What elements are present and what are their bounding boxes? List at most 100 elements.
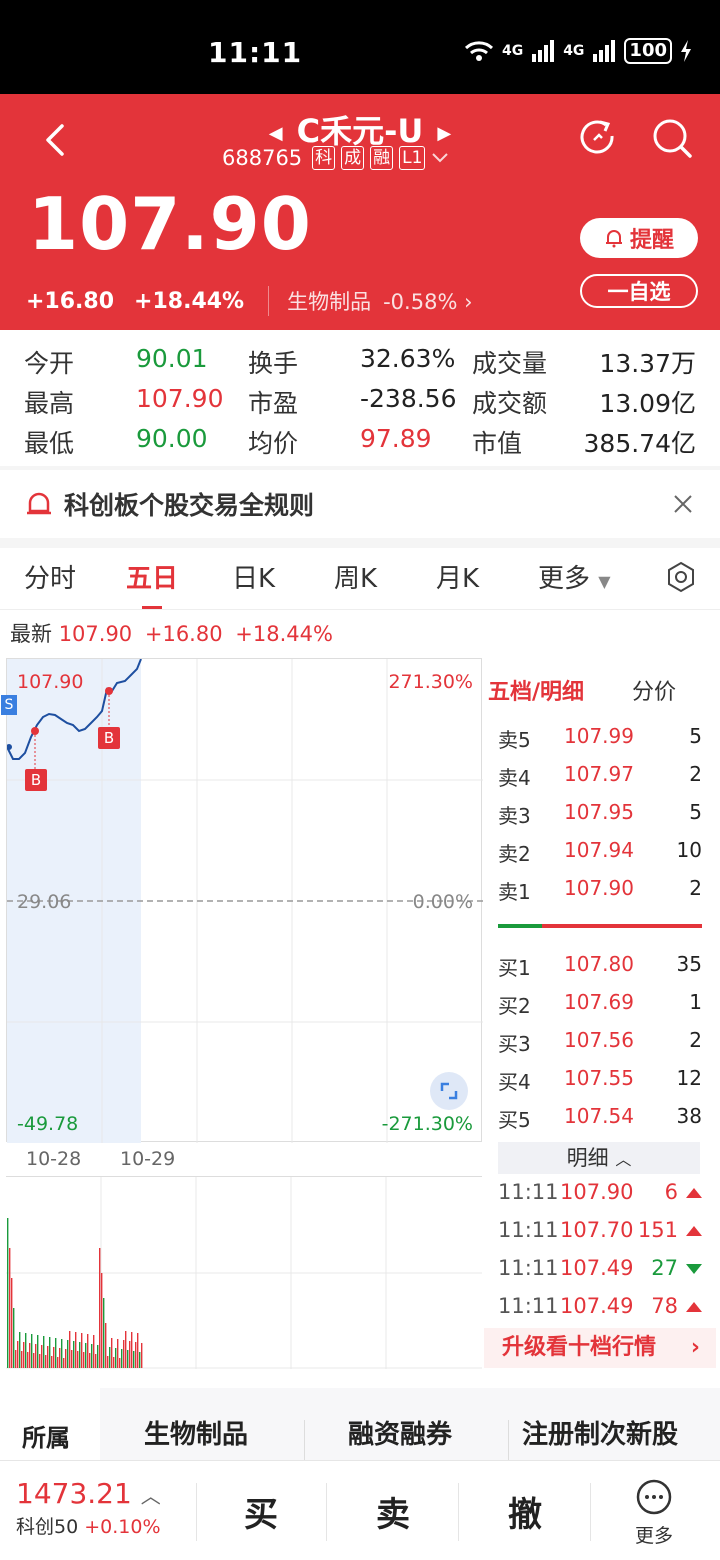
volume-bar [119, 1358, 121, 1368]
tab-five-day[interactable]: 五日 [126, 558, 178, 609]
volume-bar [73, 1341, 75, 1368]
refresh-icon[interactable] [576, 116, 620, 160]
volume-bar [125, 1331, 127, 1368]
volume-bar [75, 1332, 77, 1368]
ask-name: 卖1 [498, 880, 531, 904]
tab-intraday[interactable]: 分时 [24, 558, 76, 595]
volume-bar [135, 1342, 137, 1368]
volume-bar [71, 1350, 73, 1368]
volume-bar [51, 1356, 53, 1368]
latest-pct: +18.44% [235, 622, 333, 646]
bid-volume: 12 [676, 1066, 702, 1090]
volume-bar [105, 1323, 107, 1368]
chart-top-pct: 271.30% [388, 671, 473, 693]
bid-name: 买3 [498, 1032, 531, 1056]
volume-bar [129, 1341, 131, 1368]
stock-code: 688765 [222, 146, 303, 170]
market-cap-label: 市值 [472, 429, 523, 458]
ask-name: 卖5 [498, 728, 531, 752]
remind-button[interactable]: 提醒 [580, 218, 698, 258]
chevron-down-icon[interactable] [431, 151, 449, 165]
bell-icon [27, 492, 51, 515]
chart-mid-price: 29.06 [17, 891, 72, 913]
notice-bar[interactable]: 科创板个股交易全规则 [0, 470, 720, 538]
tab-weekly-k[interactable]: 周K [334, 558, 377, 595]
upgrade-level2-button[interactable]: 升级看十档行情 › [484, 1328, 716, 1368]
volume-bar [45, 1355, 47, 1368]
notice-text: 科创板个股交易全规则 [64, 491, 315, 520]
detail-label: 明细 [566, 1146, 609, 1170]
search-icon[interactable] [650, 116, 694, 160]
more-button[interactable]: 更多 [634, 1477, 674, 1548]
ask-row-4: 卖4 107.97 2 [498, 762, 702, 792]
open-label: 今开 [24, 349, 75, 378]
buy-marker[interactable]: B [98, 727, 120, 749]
volume-bar [49, 1337, 51, 1368]
volume-bar [23, 1342, 25, 1368]
divider [0, 538, 720, 548]
industry-item-bio[interactable]: 生物制品 [144, 1414, 248, 1451]
trade-time: 11:11 [498, 1218, 559, 1242]
volume-bar [43, 1336, 45, 1368]
five-day-price-chart[interactable]: S B B 107.90 271.30% 29.06 0.00% -49.78 … [1, 658, 483, 1143]
trade-detail-toggle[interactable]: 明细 ︿ [498, 1142, 700, 1174]
prev-stock-icon[interactable]: ◀ [269, 123, 283, 144]
ask-price: 107.97 [564, 762, 634, 786]
change-line: +16.80 +18.44% 生物制品 -0.58% › [26, 286, 472, 316]
sector-pct: -0.58% [383, 290, 458, 314]
index-pct: +0.10% [84, 1516, 161, 1538]
industry-item-margin[interactable]: 融资融券 [348, 1414, 452, 1451]
up-arrow-icon [686, 1188, 702, 1198]
cancel-order-button[interactable]: 撤 [508, 1487, 542, 1536]
industry-item-ipo[interactable]: 注册制次新股 [522, 1414, 678, 1451]
close-icon[interactable] [672, 493, 694, 515]
low-value: 90.00 [136, 424, 208, 453]
bid-price: 107.55 [564, 1066, 634, 1090]
ask-price: 107.90 [564, 876, 634, 900]
tab-price-distribution[interactable]: 分价 [632, 674, 676, 706]
bid-name: 买5 [498, 1108, 531, 1132]
volume-bar [53, 1347, 55, 1368]
ask-row-2: 卖2 107.94 10 [498, 838, 702, 868]
volume-bar [117, 1339, 119, 1368]
volume-bar [83, 1352, 85, 1368]
price-chart-svg [7, 659, 483, 1143]
add-watchlist-button[interactable]: 一自选 [580, 274, 698, 308]
bid-name: 买2 [498, 994, 531, 1018]
tag-level1[interactable]: L1 [399, 146, 426, 170]
wifi-icon [464, 41, 493, 61]
divider [458, 1483, 459, 1541]
stock-code-line: 688765 科 成 融 L1 [222, 146, 449, 170]
dropdown-icon: ▼ [598, 572, 611, 591]
index-ticker[interactable]: 1473.21 ︿ 科创50 +0.10% [16, 1477, 161, 1539]
volume-bar [57, 1357, 59, 1368]
tab-more[interactable]: 更多 ▼ [538, 558, 611, 595]
sell-button[interactable]: 卖 [376, 1487, 410, 1536]
buy-button[interactable]: 买 [244, 1487, 278, 1536]
sector-link[interactable]: 生物制品 -0.58% › [268, 286, 472, 316]
index-value: 1473.21 [16, 1477, 132, 1510]
volume-value: 13.37万 [599, 349, 696, 378]
ask-name: 卖3 [498, 804, 531, 828]
tab-monthly-k[interactable]: 月K [436, 558, 479, 595]
chart-bottom-price: -49.78 [17, 1113, 79, 1135]
bid-row-3: 买3 107.56 2 [498, 1028, 702, 1058]
bid-row-2: 买2 107.69 1 [498, 990, 702, 1020]
volume-bar [113, 1357, 115, 1368]
pe-label: 市盈 [248, 389, 299, 418]
next-stock-icon[interactable]: ▶ [437, 123, 451, 144]
volume-bar [67, 1340, 69, 1368]
volume-bar [103, 1298, 105, 1368]
volume-bar [39, 1354, 41, 1368]
trade-time: 11:11 [498, 1294, 559, 1318]
charging-icon [681, 40, 691, 62]
bid-volume: 2 [689, 1028, 702, 1052]
fullscreen-icon[interactable] [429, 1071, 469, 1111]
buy-marker[interactable]: B [25, 769, 47, 791]
tab-daily-k[interactable]: 日K [232, 558, 275, 595]
sell-marker[interactable]: S [1, 695, 17, 715]
date-label-1: 10-28 [26, 1148, 82, 1170]
battery-indicator: 100 [624, 38, 672, 64]
tab-order-book[interactable]: 五档/明细 [488, 674, 584, 706]
settings-hex-icon[interactable] [664, 560, 698, 594]
